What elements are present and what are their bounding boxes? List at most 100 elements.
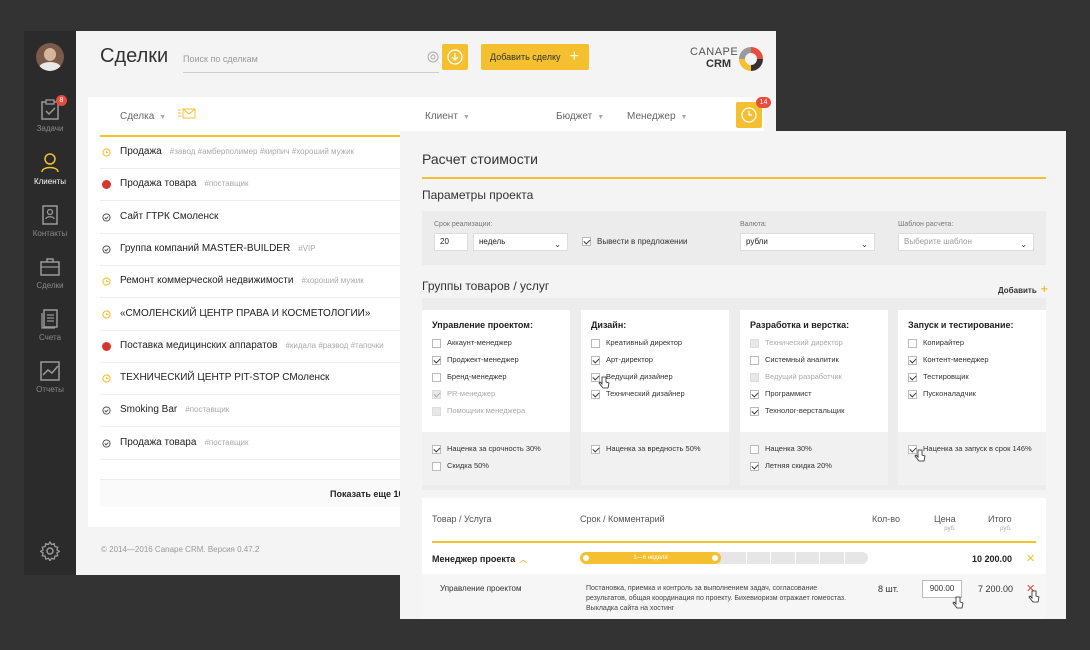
clock-icon <box>102 374 111 383</box>
service-item[interactable]: Копирайтер <box>908 334 989 351</box>
term-unit-value: недель <box>479 237 506 246</box>
sidebar-item-tasks[interactable]: 8 Задачи <box>24 95 76 133</box>
chevron-down-icon: ▼ <box>597 114 605 121</box>
checkbox[interactable] <box>750 444 759 454</box>
term-unit-select[interactable]: недель ⌄ <box>473 233 568 251</box>
term-input[interactable]: 20 <box>434 233 468 251</box>
currency-select[interactable]: рубли ⌄ <box>740 233 875 251</box>
option-item[interactable]: Наценка за запуск в срок 146% <box>908 440 1036 457</box>
deal-name-text: ТЕХНИЧЕСКИЙ ЦЕНТР PIT-STOP СМоленск <box>120 372 330 384</box>
deal-name[interactable]: «СМОЛЕНСКИЙ ЦЕНТР ПРАВА И КОСМЕТОЛОГИИ» <box>120 308 370 319</box>
service-item[interactable]: Пусконаладчик <box>908 385 989 402</box>
timeline-segment <box>794 552 796 564</box>
template-label: Шаблон расчета: <box>898 221 954 228</box>
sidebar-item-contacts[interactable]: Контакты <box>24 204 76 238</box>
service-item[interactable]: Проджект-менеджер <box>432 351 525 368</box>
deal-name[interactable]: Продажа товара #поставщик <box>120 437 249 448</box>
timeline-start-handle[interactable] <box>583 555 589 561</box>
column-budget-label: Бюджет <box>556 111 593 122</box>
checkbox[interactable] <box>908 338 917 348</box>
sidebar: 8 Задачи Клиенты Контакты Сделки Счета О… <box>24 31 76 575</box>
checkbox[interactable] <box>432 372 441 382</box>
option-item[interactable]: Наценка за срочность 30% <box>432 440 560 457</box>
sidebar-item-deals[interactable]: Сделки <box>24 256 76 290</box>
show-more-label: Показать еще 10 <box>330 489 404 499</box>
deal-name-text: Smoking Bar <box>120 404 178 416</box>
deal-name[interactable]: ТЕХНИЧЕСКИЙ ЦЕНТР PIT-STOP СМоленск <box>120 372 329 383</box>
checkbox[interactable] <box>750 461 759 471</box>
search-input[interactable]: Поиск по сделкам <box>183 51 439 73</box>
column-budget[interactable]: Бюджет ▼ <box>556 111 604 122</box>
add-group-button[interactable]: Добавить + <box>998 282 1048 296</box>
deal-name[interactable]: Поставка медицинских аппаратов #кидала #р… <box>120 340 384 351</box>
tasks-badge: 8 <box>56 95 67 106</box>
service-item[interactable]: Тестировщик <box>908 368 989 385</box>
chevron-down-icon: ▼ <box>462 114 470 121</box>
avatar[interactable] <box>36 43 64 71</box>
service-item[interactable]: Креативный директор <box>591 334 685 351</box>
group-title: Запуск и тестирование: <box>908 320 1014 330</box>
sidebar-item-clients[interactable]: Клиенты <box>24 152 76 186</box>
service-item[interactable]: Программист <box>750 385 844 402</box>
checkbox[interactable] <box>908 355 917 365</box>
service-item[interactable]: Бренд-менеджер <box>432 368 525 385</box>
deal-name[interactable]: Ремонт коммерческой недвижимости #хороший… <box>120 275 364 286</box>
add-deal-button[interactable]: Добавить сделку + <box>481 44 589 70</box>
deal-tags: #VIP <box>298 243 316 253</box>
deal-name[interactable]: Продажа товара #поставщик <box>120 178 249 189</box>
search-icon[interactable] <box>427 51 439 66</box>
service-item[interactable]: Контент-менеджер <box>908 351 989 368</box>
option-item[interactable]: Скидка 50% <box>432 457 560 474</box>
deal-name[interactable]: Группа компаний MASTER-BUILDER #VIP <box>120 243 316 254</box>
download-button[interactable] <box>442 44 468 70</box>
deal-name[interactable]: Smoking Bar #поставщик <box>120 404 229 415</box>
checkbox[interactable] <box>750 355 759 365</box>
option-item[interactable]: Наценка за вредность 50% <box>591 440 719 457</box>
column-client-label: Клиент <box>425 111 458 122</box>
briefcase-icon <box>40 258 60 276</box>
service-item[interactable]: Арт-директор <box>591 351 685 368</box>
add-group-label: Добавить <box>998 286 1037 295</box>
chevron-down-icon: ▼ <box>680 114 688 121</box>
option-item[interactable]: Летняя скидка 20% <box>750 457 878 474</box>
sidebar-item-invoices[interactable]: Счета <box>24 308 76 342</box>
params-panel: Срок реализации: 20 недель ⌄ Вывести в пр… <box>422 211 1046 265</box>
template-select[interactable]: Выберите шаблон ⌄ <box>898 233 1034 251</box>
deal-name[interactable]: Продажа #завод #амберполимер #кирпич #хор… <box>120 146 354 157</box>
chevron-down-icon: ⌄ <box>861 240 868 249</box>
option-item[interactable]: Наценка 30% <box>750 440 878 457</box>
service-item[interactable]: Аккаунт-менеджер <box>432 334 525 351</box>
checkbox[interactable] <box>908 372 917 382</box>
checkbox[interactable] <box>432 461 441 471</box>
checkbox[interactable] <box>750 406 759 416</box>
checkbox[interactable] <box>591 389 600 399</box>
timeline-bar[interactable]: 1—6 неделя <box>580 552 868 564</box>
service-item[interactable]: Системный аналитик <box>750 351 844 368</box>
col-term: Срок / Комментарий <box>580 514 665 524</box>
col-price: Цена руб. <box>934 514 956 532</box>
checkbox[interactable] <box>432 444 441 454</box>
hand-cursor-icon <box>952 596 964 609</box>
column-client[interactable]: Клиент ▼ <box>425 111 470 122</box>
column-manager[interactable]: Менеджер ▼ <box>627 111 687 122</box>
checkbox[interactable] <box>591 444 600 454</box>
column-deal[interactable]: Сделка ▼ <box>120 111 166 122</box>
checkbox[interactable] <box>432 355 441 365</box>
timeline-segment <box>745 552 747 564</box>
checkbox[interactable] <box>582 237 591 247</box>
estimate-table: Товар / Услуга Срок / Комментарий Кол-во… <box>422 498 1046 619</box>
checkbox[interactable] <box>750 389 759 399</box>
checkbox[interactable] <box>908 389 917 399</box>
checkbox[interactable] <box>591 355 600 365</box>
close-icon[interactable]: ✕ <box>1026 552 1035 565</box>
deal-name[interactable]: Сайт ГТРК Смоленск <box>120 211 218 222</box>
sidebar-item-reports[interactable]: Отчеты <box>24 360 76 394</box>
chevron-down-icon: ▼ <box>159 114 167 121</box>
checkbox[interactable] <box>591 338 600 348</box>
settings-button[interactable] <box>39 540 61 566</box>
group-row-toggle[interactable]: Менеджер проекта ︿ <box>432 554 527 565</box>
mail-filter-icon[interactable] <box>178 108 196 123</box>
show-in-offer-checkbox[interactable]: Вывести в предложении <box>582 237 688 247</box>
checkbox[interactable] <box>432 338 441 348</box>
service-item[interactable]: Технолог-верстальщик <box>750 402 844 419</box>
